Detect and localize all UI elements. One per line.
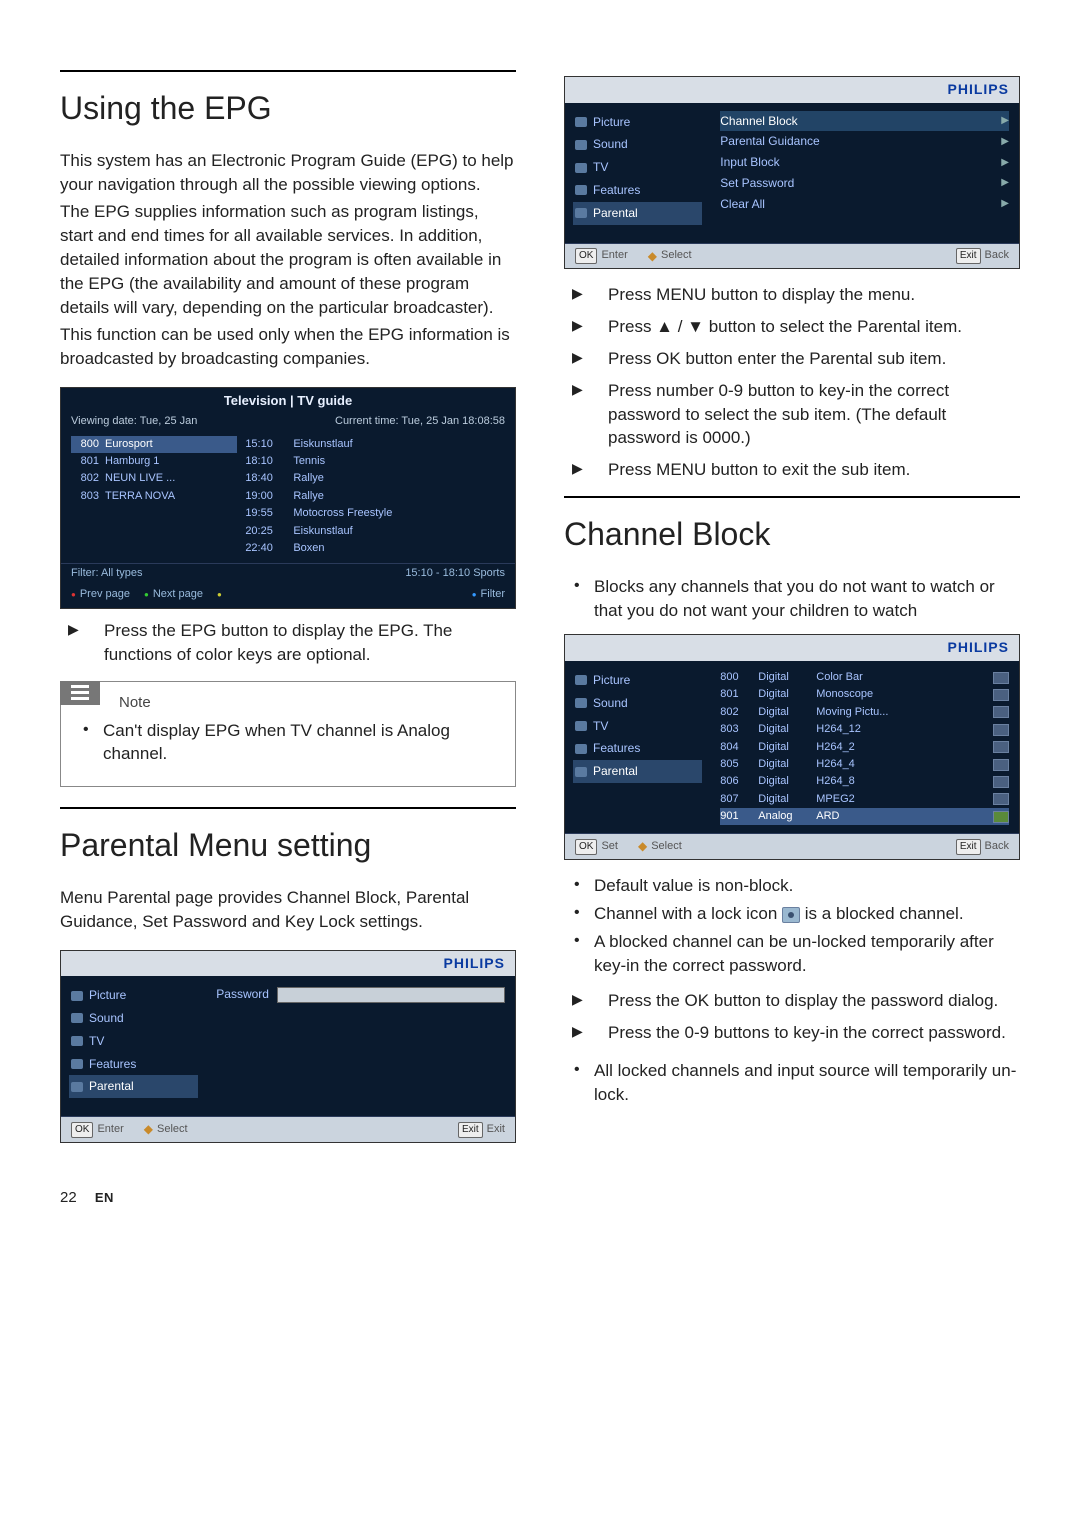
epg-para-3: This function can be used only when the …: [60, 323, 516, 371]
lock-indicator: [993, 811, 1009, 823]
note-label: Note: [119, 692, 503, 713]
epg-instruction: Press the EPG button to display the EPG.…: [60, 619, 516, 667]
lock-icon: [782, 907, 800, 923]
epg-viewing-date: Viewing date: Tue, 25 Jan: [71, 414, 335, 429]
note-text: Can't display EPG when TV channel is Ana…: [73, 719, 503, 767]
epg-channel-row: 803TERRA NOVA: [71, 488, 237, 505]
arrow-icon: ▶: [1001, 156, 1009, 170]
epg-channel-row: 802NEUN LIVE ...: [71, 470, 237, 487]
password-label: Password: [216, 986, 269, 1003]
arrow-icon: ▶: [1001, 135, 1009, 149]
parental-password-panel: PHILIPS Picture Sound TV Features Parent…: [60, 950, 516, 1143]
step-5: Press MENU button to exit the sub item.: [564, 458, 1020, 482]
channel-row: 806DigitalH264_8: [720, 773, 1009, 790]
epg-program-column: Eiskunstlauf Tennis Rallye Rallye Motocr…: [293, 436, 505, 558]
arrow-icon: ▶: [1001, 197, 1009, 211]
epg-footer-next: Next page: [144, 587, 203, 602]
cb-final: All locked channels and input source wil…: [564, 1059, 1020, 1107]
nav-icon: ◆: [638, 838, 647, 855]
epg-footer-blank: [217, 587, 458, 602]
nav-icon: ◆: [144, 1121, 153, 1138]
page-number: 22: [60, 1187, 77, 1208]
epg-footer-filter: Filter: [472, 587, 505, 602]
channel-row: 802DigitalMoving Pictu...: [720, 704, 1009, 721]
channel-row: 800DigitalColor Bar: [720, 669, 1009, 686]
menu-item-parental-guidance: Parental Guidance▶: [720, 131, 1009, 152]
menu-item-channel-block: Channel Block▶: [720, 111, 1009, 132]
lock-indicator: [993, 776, 1009, 788]
nav-icon: ◆: [648, 248, 657, 265]
menu-side-tv: TV: [573, 715, 702, 738]
menu-side-picture: Picture: [69, 984, 198, 1007]
channel-block-panel: PHILIPS Picture Sound TV Features Parent…: [564, 634, 1020, 860]
page-footer: 22 EN: [60, 1187, 1020, 1208]
arrow-icon: ▶: [1001, 176, 1009, 190]
cb-step-1: Press the OK button to display the passw…: [564, 989, 1020, 1013]
section-title-epg: Using the EPG: [60, 86, 516, 131]
note-icon: [60, 681, 100, 705]
lock-indicator: [993, 759, 1009, 771]
menu-item-set-password: Set Password▶: [720, 173, 1009, 194]
menu-item-input-block: Input Block▶: [720, 152, 1009, 173]
menu-side-features: Features: [573, 179, 702, 202]
cb-note-1: Default value is non-block.: [564, 874, 1020, 898]
parental-para: Menu Parental page provides Channel Bloc…: [60, 886, 516, 934]
menu-side-parental: Parental: [573, 760, 702, 783]
epg-time-column: 15:10 18:10 18:40 19:00 19:55 20:25 22:4…: [245, 436, 285, 558]
section-title-channel-block: Channel Block: [564, 512, 1020, 557]
channel-row: 807DigitalMPEG2: [720, 791, 1009, 808]
menu-side-parental: Parental: [69, 1075, 198, 1098]
epg-panel-title: Television | TV guide: [61, 388, 515, 412]
channel-row: 804DigitalH264_2: [720, 739, 1009, 756]
step-1: Press MENU button to display the menu.: [564, 283, 1020, 307]
channel-row: 803DigitalH264_12: [720, 721, 1009, 738]
epg-para-1: This system has an Electronic Program Gu…: [60, 149, 516, 197]
epg-footer-prev: Prev page: [71, 587, 130, 602]
cb-note-2: Channel with a lock icon is a blocked ch…: [564, 902, 1020, 926]
channel-row: 805DigitalH264_4: [720, 756, 1009, 773]
brand-label: PHILIPS: [565, 77, 1019, 103]
menu-item-clear-all: Clear All▶: [720, 194, 1009, 215]
cb-step-2: Press the 0-9 buttons to key-in the corr…: [564, 1021, 1020, 1045]
note-box: Note Can't display EPG when TV channel i…: [60, 681, 516, 788]
menu-side-sound: Sound: [573, 133, 702, 156]
menu-side-features: Features: [69, 1053, 198, 1076]
channel-row: 901AnalogARD: [720, 808, 1009, 825]
lock-indicator: [993, 689, 1009, 701]
epg-panel: Television | TV guide Viewing date: Tue,…: [60, 387, 516, 609]
menu-side-tv: TV: [573, 156, 702, 179]
section-title-parental: Parental Menu setting: [60, 823, 516, 868]
menu-side-tv: TV: [69, 1030, 198, 1053]
cb-note-3: A blocked channel can be un-locked tempo…: [564, 930, 1020, 978]
menu-side-parental: Parental: [573, 202, 702, 225]
epg-channel-list: 800Eurosport 801Hamburg 1 802NEUN LIVE .…: [71, 436, 237, 558]
step-4: Press number 0-9 button to key-in the co…: [564, 379, 1020, 450]
lock-indicator: [993, 672, 1009, 684]
epg-current-time: Current time: Tue, 25 Jan 18:08:58: [335, 414, 505, 429]
menu-side-picture: Picture: [573, 111, 702, 134]
menu-side-sound: Sound: [573, 692, 702, 715]
lock-indicator: [993, 741, 1009, 753]
epg-filter-right: 15:10 - 18:10 Sports: [143, 566, 505, 581]
epg-para-2: The EPG supplies information such as pro…: [60, 200, 516, 319]
menu-side-features: Features: [573, 737, 702, 760]
password-input: [277, 987, 505, 1003]
menu-side-sound: Sound: [69, 1007, 198, 1030]
step-2: Press ▲ / ▼ button to select the Parenta…: [564, 315, 1020, 339]
channel-row: 801DigitalMonoscope: [720, 686, 1009, 703]
cb-intro: Blocks any channels that you do not want…: [564, 575, 1020, 623]
brand-label: PHILIPS: [61, 951, 515, 977]
page-lang: EN: [95, 1190, 114, 1205]
epg-filter-left: Filter: All types: [71, 566, 143, 581]
brand-label: PHILIPS: [565, 635, 1019, 661]
epg-channel-row: 800Eurosport: [71, 436, 237, 453]
arrow-icon: ▶: [1001, 114, 1009, 128]
parental-menu-panel: PHILIPS Picture Sound TV Features Parent…: [564, 76, 1020, 269]
lock-indicator: [993, 793, 1009, 805]
step-3: Press OK button enter the Parental sub i…: [564, 347, 1020, 371]
lock-indicator: [993, 724, 1009, 736]
epg-channel-row: 801Hamburg 1: [71, 453, 237, 470]
menu-side-picture: Picture: [573, 669, 702, 692]
lock-indicator: [993, 706, 1009, 718]
